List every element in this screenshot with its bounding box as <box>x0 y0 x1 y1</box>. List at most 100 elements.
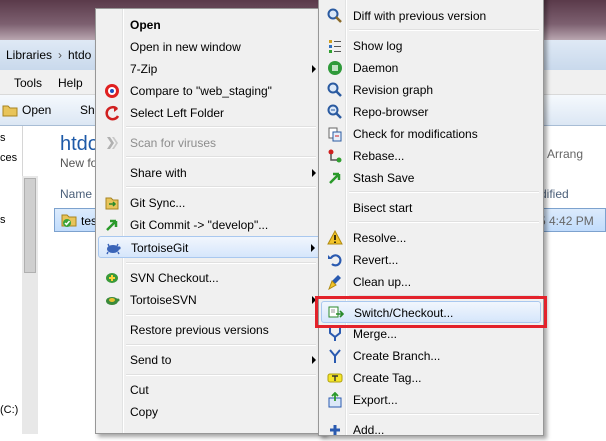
merge-icon <box>329 327 341 341</box>
folder-title: htdo <box>60 133 99 155</box>
menu-item-resolve[interactable]: Resolve... <box>321 227 541 249</box>
menu-item-restore-previous-versions[interactable]: Restore previous versions <box>98 319 322 341</box>
menu-item-repo-browser[interactable]: Repo-browser <box>321 101 541 123</box>
nav-item[interactable]: ces <box>0 152 17 164</box>
menu-item-svn-checkout[interactable]: SVN Checkout... <box>98 267 322 289</box>
menu-item-label: Share with <box>130 166 187 180</box>
menu-item-label: Revision graph <box>353 83 434 97</box>
menu-item-revert[interactable]: Revert... <box>321 249 541 271</box>
show-log-icon <box>329 40 341 53</box>
menu-item-git-sync[interactable]: Git Sync... <box>98 192 322 214</box>
menu-item-label: Resolve... <box>353 231 407 245</box>
menu-item-label: Add... <box>353 423 385 437</box>
file-date: 5 4:42 PM <box>539 214 594 228</box>
resolve-icon <box>327 230 343 245</box>
git-folder-icon <box>61 214 77 227</box>
menu-item-compare[interactable]: Compare to "web_staging" <box>98 80 322 102</box>
nav-scrollbar[interactable] <box>22 176 38 434</box>
menu-item-label: TortoiseGit <box>131 241 189 255</box>
menu-item-label: Diff with previous version <box>353 9 487 23</box>
svn-checkout-icon <box>106 273 118 283</box>
menu-item-rebase[interactable]: Rebase... <box>321 145 541 167</box>
menu-item-git-commit[interactable]: Git Commit -> "develop"... <box>98 214 322 236</box>
tortoisegit-submenu: Diff with previous version Show log Daem… <box>318 0 544 437</box>
menu-item-share-with[interactable]: Share with <box>98 162 322 184</box>
menu-item-stash-save[interactable]: Stash Save <box>321 167 541 189</box>
git-commit-icon <box>106 219 118 231</box>
menu-separator <box>126 262 316 264</box>
highlight-annotation-box <box>315 296 547 328</box>
menu-item-label: Daemon <box>353 61 399 75</box>
menu-item-label: Bisect start <box>353 201 413 215</box>
menu-item-label: Scan for viruses <box>130 136 217 150</box>
menu-item-create-branch[interactable]: Create Branch... <box>321 345 541 367</box>
menu-separator <box>349 191 539 193</box>
menu-item-send-to[interactable]: Send to <box>98 349 322 371</box>
rebase-icon <box>328 149 342 163</box>
menu-item-create-tag[interactable]: Create Tag... <box>321 367 541 389</box>
menu-tools[interactable]: Tools <box>14 76 42 90</box>
menu-item-label: Show log <box>353 39 403 53</box>
menu-item-label: Git Commit -> "develop"... <box>130 218 269 232</box>
menu-item-check-modifications[interactable]: Check for modifications <box>321 123 541 145</box>
menu-separator <box>126 374 316 376</box>
menu-item-tortoisesvn[interactable]: TortoiseSVN <box>98 289 322 311</box>
menu-item-daemon[interactable]: Daemon <box>321 57 541 79</box>
nav-item[interactable]: s <box>0 132 6 144</box>
breadcrumb-htdocs[interactable]: htdo <box>68 48 91 62</box>
menu-help[interactable]: Help <box>58 76 83 90</box>
menu-item-show-log[interactable]: Show log <box>321 35 541 57</box>
menu-item-7zip[interactable]: 7-Zip <box>98 58 322 80</box>
menu-item-open-new-window[interactable]: Open in new window <box>98 36 322 58</box>
nav-item-drive-c[interactable]: (C:) <box>0 404 18 416</box>
menu-item-cut[interactable]: Cut <box>98 379 322 401</box>
menu-item-label: Check for modifications <box>353 127 478 141</box>
menu-item-diff-previous[interactable]: Diff with previous version <box>321 5 541 27</box>
submenu-arrow-icon <box>312 169 316 177</box>
menu-separator <box>349 413 539 415</box>
create-branch-icon <box>329 349 341 363</box>
daemon-icon <box>328 61 342 75</box>
menu-item-label: 7-Zip <box>130 62 158 76</box>
menu-item-revision-graph[interactable]: Revision graph <box>321 79 541 101</box>
menu-item-select-left-folder[interactable]: Select Left Folder <box>98 102 322 124</box>
menu-item-label: Clean up... <box>353 275 412 289</box>
scrollbar-thumb[interactable] <box>24 178 36 273</box>
menu-item-label: Git Sync... <box>130 196 186 210</box>
menu-item-open[interactable]: Open <box>98 14 322 36</box>
menu-separator <box>126 186 316 188</box>
create-tag-icon <box>327 373 343 383</box>
tortoisegit-icon <box>106 243 121 255</box>
breadcrumb-separator-icon: › <box>58 48 62 62</box>
git-sync-icon <box>105 197 119 210</box>
menu-item-bisect-start[interactable]: Bisect start <box>321 197 541 219</box>
menu-item-label: Restore previous versions <box>130 323 269 337</box>
menu-item-tortoisegit[interactable]: TortoiseGit <box>98 236 322 258</box>
column-header-name[interactable]: Name <box>60 187 92 201</box>
add-icon <box>330 425 340 435</box>
menu-separator <box>349 29 539 31</box>
share-command[interactable]: Sh <box>80 103 95 117</box>
arrange-by-label[interactable]: Arrang <box>547 147 583 161</box>
breadcrumb-libraries[interactable]: Libraries <box>6 48 52 62</box>
menu-item-add[interactable]: Add... <box>321 419 541 441</box>
menu-item-label: Send to <box>130 353 172 367</box>
menu-item-label: Rebase... <box>353 149 405 163</box>
submenu-arrow-icon <box>311 244 315 252</box>
open-command[interactable]: Open <box>22 103 51 117</box>
menu-item-label: Stash Save <box>353 171 415 185</box>
navigation-pane[interactable]: s ces s (C:) <box>0 126 23 434</box>
submenu-arrow-icon <box>312 356 316 364</box>
menu-item-export[interactable]: Export... <box>321 389 541 411</box>
check-modifications-icon <box>328 127 342 142</box>
column-header-date[interactable]: dified <box>540 187 569 201</box>
menu-item-label: Cut <box>130 383 149 397</box>
clean-up-icon <box>328 275 341 290</box>
menu-item-scan-for-viruses: Scan for viruses <box>98 132 322 154</box>
menu-item-clean-up[interactable]: Clean up... <box>321 271 541 293</box>
menu-separator <box>126 314 316 316</box>
nav-item[interactable]: s <box>0 214 6 226</box>
menu-item-copy[interactable]: Copy <box>98 401 322 423</box>
menu-separator <box>126 156 316 158</box>
menu-item-label: Merge... <box>353 327 398 341</box>
